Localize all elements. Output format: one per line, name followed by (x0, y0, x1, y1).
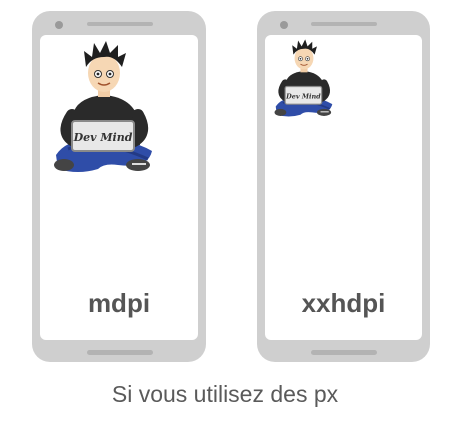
home-bar (311, 350, 377, 355)
caption: Si vous utilisez des px (111, 381, 339, 407)
mascot-laptop-text: Dev Mind (73, 131, 133, 144)
density-label: mdpi (87, 288, 151, 318)
home-bar (87, 350, 153, 355)
camera-icon (55, 21, 63, 29)
speaker-grille (311, 22, 377, 26)
phone-xxhdpi: Dev Mind xxhdpi (257, 11, 430, 362)
mascot-illustration-xxhdpi: Dev Mind (274, 39, 333, 117)
phone-screen: Dev Mind mdpi (40, 35, 198, 340)
density-label: xxhdpi (301, 288, 386, 318)
phone-mdpi: Dev Mind mdpi (32, 11, 206, 362)
phone-screen: Dev Mind xxhdpi (265, 35, 422, 340)
mascot-laptop-text: Dev Mind (285, 92, 321, 100)
mascot-illustration-mdpi: Dev Mind (54, 41, 152, 172)
speaker-grille (87, 22, 153, 26)
camera-icon (280, 21, 288, 29)
